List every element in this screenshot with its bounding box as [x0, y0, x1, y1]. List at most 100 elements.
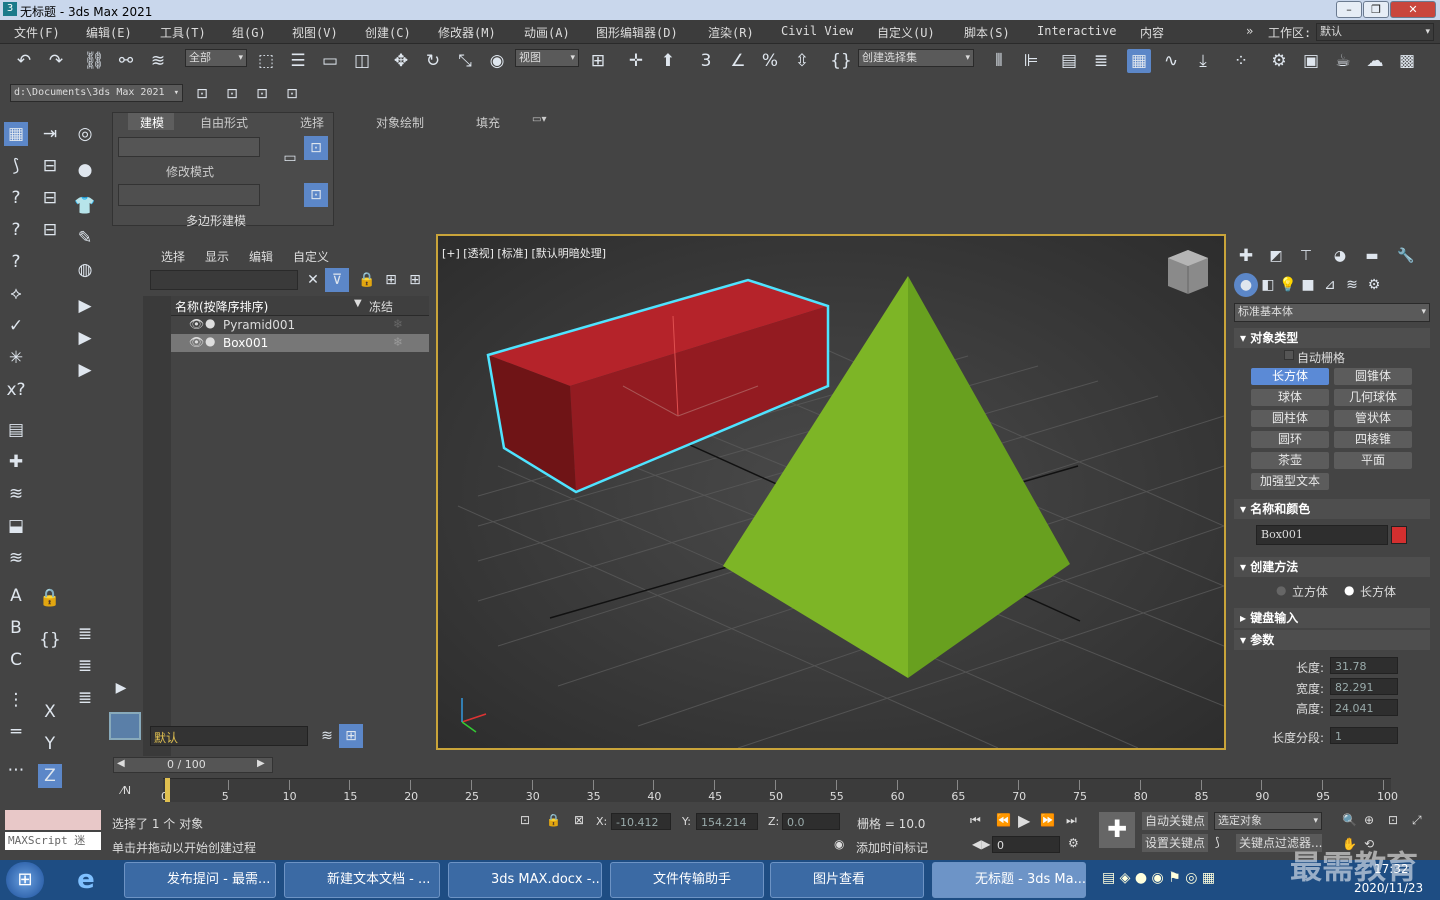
xyz-icon[interactable]: x? — [4, 378, 28, 402]
ruler-icon[interactable]: ═ — [4, 720, 28, 744]
clear-search-icon[interactable]: ✕ — [301, 268, 325, 292]
menu-content[interactable]: 内容 — [1140, 24, 1164, 41]
tray-icons[interactable]: ▤ ◈ ● ◉ ⚑ ◎ ▦ — [1102, 870, 1215, 886]
ribbon-tab-selection[interactable]: 选择 — [300, 114, 324, 131]
close-button[interactable]: ✕ — [1390, 1, 1436, 18]
hierarchy-icon[interactable]: ⊞ — [379, 268, 403, 292]
maxscript-listener-top[interactable] — [5, 810, 101, 830]
ribbon-mode-buttons[interactable] — [118, 137, 260, 157]
menu-rendering[interactable]: 渲染(R) — [708, 24, 754, 41]
ribbon-side-icon2[interactable]: ⊡ — [304, 136, 328, 160]
a360-gallery-icon[interactable]: ▩ — [1395, 49, 1419, 73]
keyboard-entry-rollout[interactable]: ▸ 键盘输入 — [1234, 608, 1430, 628]
textplus-button[interactable]: 加强型文本 — [1251, 473, 1329, 490]
render-cloud-icon[interactable]: ☁ — [1363, 49, 1387, 73]
percent-snap-icon[interactable]: % — [758, 49, 782, 73]
scene-row[interactable]: 👁 ● Pyramid001 ❄ — [171, 316, 429, 334]
prev-frame-icon[interactable]: ⏪ — [996, 813, 1011, 827]
film2-icon[interactable]: ▶ — [73, 358, 97, 382]
goto-start-icon[interactable]: ⏮ — [970, 813, 981, 828]
project-path-dropdown[interactable]: d:\Documents\3ds Max 2021 — [10, 84, 183, 102]
select-object-icon[interactable]: ⬚ — [254, 49, 278, 73]
tube-button[interactable]: 管状体 — [1334, 410, 1412, 427]
menu-interactive[interactable]: Interactive — [1037, 24, 1116, 38]
snap-3d-icon[interactable]: 3 — [694, 49, 718, 73]
next-frame-icon[interactable]: ⏩ — [1040, 813, 1055, 827]
toggle-ribbon-icon[interactable]: ▦ — [1127, 49, 1151, 73]
material-editor-icon[interactable]: ⁘ — [1229, 49, 1253, 73]
list-tool-icon[interactable]: ⊟ — [38, 186, 62, 210]
globe-tool-icon[interactable]: ◍ — [73, 258, 97, 282]
current-frame-field[interactable]: 0 — [992, 836, 1060, 853]
workspace-dropdown[interactable]: 默认 — [1316, 23, 1434, 41]
link-tool-icon[interactable]: ⟆ — [4, 154, 28, 178]
time-slider-next-icon[interactable]: ▶ — [257, 758, 265, 769]
systems-icon[interactable]: ⚙ — [1362, 273, 1386, 297]
snap-tool-icon[interactable]: ? — [4, 186, 28, 210]
grid-tool-icon[interactable]: ⊟ — [38, 218, 62, 242]
add-icon[interactable]: ✚ — [4, 450, 28, 474]
teapot-button[interactable]: 茶壶 — [1251, 452, 1329, 469]
object-color-swatch[interactable] — [1391, 526, 1407, 544]
length-segs-spinner[interactable]: 1 — [1330, 727, 1398, 744]
layer-dropdown[interactable]: 默认 — [150, 726, 308, 746]
render-dot-icon[interactable]: ● — [205, 334, 215, 348]
hierarchy-tab-icon[interactable]: ⊤ — [1294, 244, 1318, 268]
align-icon[interactable]: ⊫ — [1019, 49, 1043, 73]
zoom-all-icon[interactable]: ⊕ — [1364, 813, 1374, 827]
key-icon[interactable]: ⟆ — [1215, 835, 1220, 849]
box-radio[interactable]: ● — [1344, 583, 1354, 597]
redo-icon[interactable]: ↷ — [44, 49, 68, 73]
menu-edit[interactable]: 编辑(E) — [86, 24, 132, 41]
minimize-button[interactable]: – — [1336, 1, 1362, 18]
key-mode-button[interactable]: ✚ — [1099, 812, 1135, 848]
view-cube[interactable] — [1168, 250, 1208, 294]
create-icon[interactable]: ⬓ — [4, 514, 28, 538]
layer-icon[interactable]: ▤ — [4, 418, 28, 442]
xform-icon[interactable]: ✳ — [4, 346, 28, 370]
ribbon-options-icon[interactable]: ▭▾ — [532, 114, 546, 125]
auto-key-button[interactable]: 自动关键点 — [1142, 812, 1208, 830]
layer-explorer-icon[interactable]: ≣ — [1089, 49, 1113, 73]
menu-group[interactable]: 组(G) — [232, 24, 266, 41]
snap-tool2-icon[interactable]: ? — [4, 218, 28, 242]
scene-search-input[interactable] — [150, 270, 298, 290]
task-item[interactable]: 发布提问 - 最需... — [124, 862, 276, 898]
width-spinner[interactable]: 82.291 — [1330, 678, 1398, 695]
snap-tool3-icon[interactable]: ? — [4, 250, 28, 274]
isolate-icon[interactable]: ⊡ — [520, 813, 530, 827]
keyboard-shortcut-icon[interactable]: ⬆ — [656, 49, 680, 73]
menu-scripting[interactable]: 脚本(S) — [964, 24, 1010, 41]
box-button[interactable]: 长方体 — [1251, 368, 1329, 385]
stack3-icon[interactable]: ≣ — [73, 654, 97, 678]
menu-create[interactable]: 创建(C) — [365, 24, 411, 41]
link-icon[interactable]: ⛓ — [82, 49, 106, 73]
stack-icon[interactable]: ≋ — [4, 482, 28, 506]
tshirt-icon[interactable]: 👕 — [73, 194, 97, 218]
project-settings-icon[interactable]: ⊡ — [280, 82, 304, 106]
select-by-name-icon[interactable]: ☰ — [286, 49, 310, 73]
text-c-icon[interactable]: C — [4, 648, 28, 672]
lock-icon[interactable]: 🔒 — [38, 586, 62, 610]
camera-tool-icon[interactable]: ⊟ — [38, 154, 62, 178]
lock-selection-icon[interactable]: 🔒 — [546, 813, 561, 827]
create-tab-icon[interactable]: ✚ — [1234, 244, 1258, 268]
move-icon[interactable]: ✥ — [389, 49, 413, 73]
script-braces-icon[interactable]: {} — [38, 628, 62, 652]
spacewarps-icon[interactable]: ≋ — [1340, 273, 1364, 297]
torus-button[interactable]: 圆环 — [1251, 431, 1329, 448]
maximize-toggle-icon[interactable]: ⤢ — [1412, 813, 1422, 828]
menu-graph-editors[interactable]: 图形编辑器(D) — [596, 24, 678, 41]
lasso-select-icon[interactable]: ✓ — [4, 314, 28, 338]
layer-stack-icon[interactable]: ≋ — [315, 724, 339, 748]
scene-tab-display[interactable]: 显示 — [205, 248, 229, 265]
pencil-icon[interactable]: ✎ — [73, 226, 97, 250]
create-project-icon[interactable]: ⊡ — [220, 82, 244, 106]
layer-hierarchy-icon[interactable]: ⊞ — [403, 268, 427, 292]
motion-tab-icon[interactable]: ◕ — [1328, 244, 1352, 268]
plane-button[interactable]: 平面 — [1334, 452, 1412, 469]
rotate-icon[interactable]: ↻ — [421, 49, 445, 73]
ribbon-side-icon3[interactable]: ⊡ — [304, 183, 328, 207]
menu-civil-view[interactable]: Civil View — [781, 24, 853, 38]
geometry-icon[interactable]: ● — [1234, 273, 1258, 297]
